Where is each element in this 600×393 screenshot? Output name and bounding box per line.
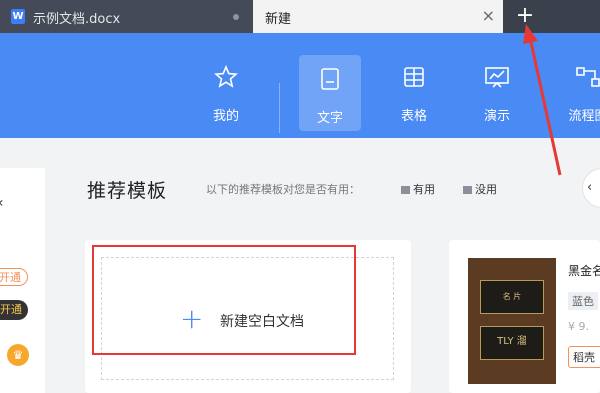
activate-badge[interactable]: 开通 [0,268,28,286]
useful-label: 有用 [413,183,435,196]
feedback-hint: 以下的推荐模板对您是否有用： [206,183,360,196]
template-name[interactable]: 黑金名片 [568,262,600,279]
activate-vip-badge[interactable]: 开通 [0,300,28,320]
annotation-highlight-box [92,245,356,355]
useless-button[interactable]: 没用 [463,181,497,197]
business-card-front: 名 片 [480,280,544,314]
thumbs-down-icon [463,186,472,194]
left-sidebar-panel: ‹ 开通 开通 ♛ [0,168,45,393]
useful-button[interactable]: 有用 [401,181,435,197]
template-tag: 蓝色 [568,292,598,310]
chevron-left-icon[interactable]: ‹ [0,195,4,211]
useless-label: 没用 [475,183,497,196]
template-price: ¥ 9. [568,320,589,333]
chevron-left-icon: ‹ [587,180,593,195]
crown-icon[interactable]: ♛ [7,344,29,366]
thumbs-up-icon [401,186,410,194]
template-thumbnail[interactable]: 名 片 TLY 溜 [468,258,556,384]
business-card-back: TLY 溜 [480,326,544,360]
section-title: 推荐模板 [87,180,168,202]
template-brand-badge: 稻壳 [568,346,600,368]
